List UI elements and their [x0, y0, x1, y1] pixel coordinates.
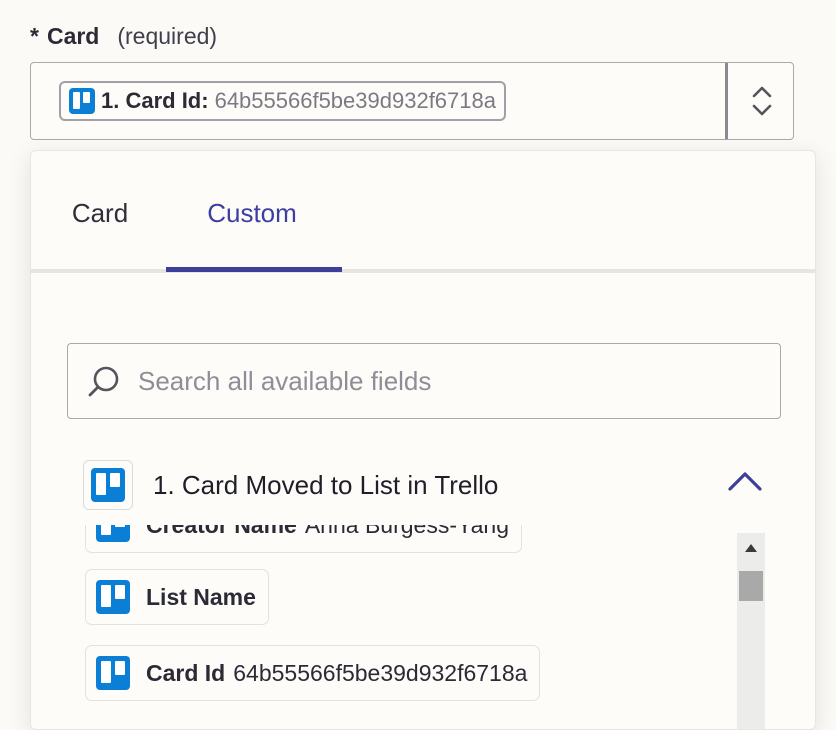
- field-list: Creator Name Anna Burgess-Yang List Name…: [71, 525, 741, 729]
- search-icon: [88, 366, 119, 397]
- group-title: 1. Card Moved to List in Trello: [153, 469, 499, 500]
- trello-icon: [69, 88, 95, 114]
- search-field[interactable]: [67, 343, 781, 419]
- tab-custom[interactable]: Custom: [167, 193, 337, 233]
- scroll-thumb[interactable]: [739, 571, 763, 601]
- picker-tabs: Card Custom: [31, 151, 815, 273]
- chevron-up-down-icon: [752, 86, 772, 116]
- trello-icon: [96, 656, 130, 690]
- trello-icon: [91, 468, 125, 502]
- tab-card[interactable]: Card: [65, 193, 135, 233]
- field-picker-panel: Card Custom 1. Card Moved to List in Tre…: [30, 150, 816, 730]
- field-value: 64b55566f5be39d932f6718a: [233, 659, 528, 686]
- scrollbar[interactable]: [737, 533, 765, 729]
- field-label-text: Card: [46, 22, 100, 49]
- pill-value: 64b55566f5be39d932f6718a: [214, 88, 496, 113]
- list-item[interactable]: List Name: [85, 569, 269, 625]
- trigger-group-header[interactable]: 1. Card Moved to List in Trello: [83, 457, 763, 513]
- active-tab-indicator: [166, 267, 342, 272]
- field-label: List Name: [146, 583, 256, 610]
- trello-icon: [96, 525, 130, 542]
- select-divider: [725, 63, 728, 139]
- scroll-up-button[interactable]: [737, 537, 765, 559]
- trello-icon: [96, 580, 130, 614]
- card-field-label: * Card (required): [30, 20, 217, 52]
- app-logo: [83, 460, 133, 510]
- triangle-up-icon: [745, 544, 757, 552]
- required-note: (required): [117, 22, 218, 49]
- card-select-input[interactable]: 1. Card Id: 64b55566f5be39d932f6718a: [30, 62, 794, 140]
- field-label: Creator Name: [146, 525, 297, 539]
- list-item[interactable]: Card Id 64b55566f5be39d932f6718a: [85, 645, 541, 701]
- required-marker: *: [30, 22, 39, 49]
- tabs-divider: [31, 269, 815, 273]
- field-value: Anna Burgess-Yang: [305, 525, 509, 539]
- search-input[interactable]: [136, 364, 780, 398]
- selected-value-pill[interactable]: 1. Card Id: 64b55566f5be39d932f6718a: [59, 81, 506, 121]
- list-item[interactable]: Creator Name Anna Burgess-Yang: [85, 525, 522, 553]
- field-label: Card Id: [146, 659, 226, 686]
- pill-label: 1. Card Id:: [101, 88, 209, 113]
- dropdown-toggle-button[interactable]: [731, 63, 793, 139]
- chevron-up-icon[interactable]: [727, 469, 763, 493]
